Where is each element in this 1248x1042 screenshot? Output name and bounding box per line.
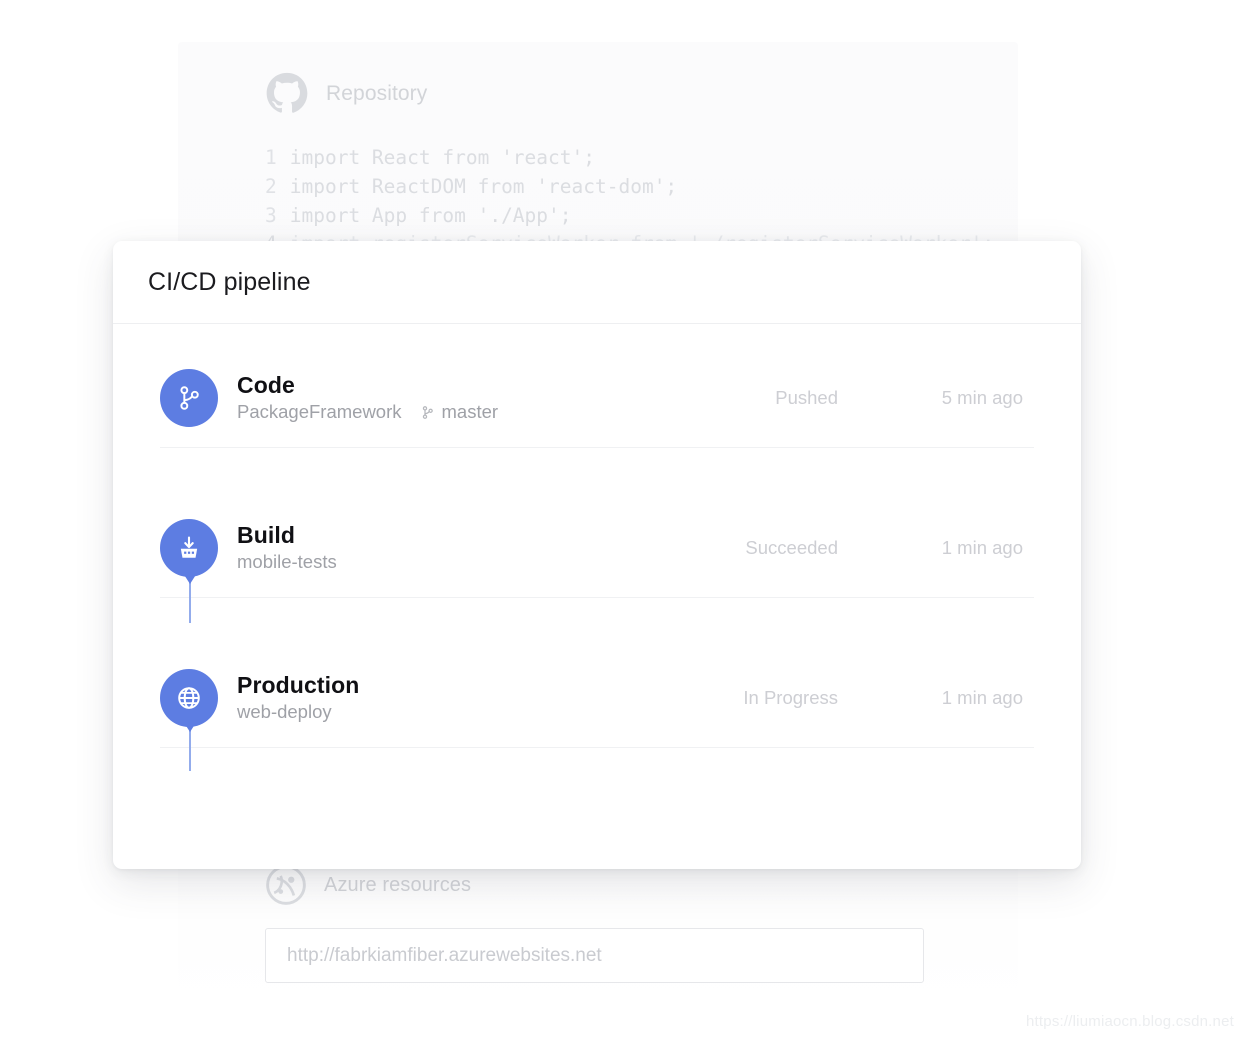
- stage-subtitle: PackageFramework master: [237, 401, 498, 423]
- watermark: https://liumiaocn.blog.csdn.net: [1026, 1013, 1234, 1030]
- pipeline-list: Code PackageFramework master Pushed 5 mi…: [113, 324, 1081, 771]
- stage-text: Code PackageFramework master: [237, 372, 498, 424]
- timestamp: 1 min ago: [941, 686, 1023, 708]
- card-header: CI/CD pipeline: [113, 241, 1081, 324]
- stage-gap: [113, 598, 1081, 648]
- stage-name: Build: [237, 521, 295, 548]
- line-number: 2: [265, 174, 277, 198]
- line-text: import ReactDOM from 'react-dom';: [289, 174, 678, 198]
- stage-text: Production web-deploy: [237, 672, 359, 724]
- repository-header: Repository: [265, 72, 427, 116]
- github-icon: [265, 72, 309, 116]
- stage-pipeline-name: mobile-tests: [237, 551, 337, 573]
- stage-repo-name: PackageFramework: [237, 401, 402, 423]
- azure-icon: [265, 864, 307, 906]
- stage-name: Production: [237, 671, 360, 698]
- globe-icon: [160, 668, 218, 727]
- git-branch-small-icon: [420, 404, 435, 421]
- pipeline-stage-production[interactable]: Production web-deploy In Progress 1 min …: [160, 648, 1034, 748]
- branch-indicator: master: [420, 401, 499, 423]
- status-badge: In Progress: [743, 686, 838, 708]
- line-text: import React from 'react';: [289, 146, 595, 169]
- status-badge: Pushed: [775, 386, 838, 408]
- stage-deploy-name: web-deploy: [237, 701, 332, 723]
- status-badge: Succeeded: [745, 536, 838, 558]
- cicd-pipeline-card: CI/CD pipeline Code PackageFramework mas…: [113, 241, 1081, 869]
- line-text: import App from './App';: [289, 203, 572, 227]
- code-line: 3 import App from './App';: [265, 202, 994, 231]
- azure-url-value: http://fabrkiamfiber.azurewebsites.net: [287, 944, 602, 966]
- code-line: 1 import React from 'react';: [265, 144, 994, 173]
- branch-name: master: [441, 401, 499, 423]
- azure-resources-header: Azure resources: [265, 864, 471, 906]
- page-title: CI/CD pipeline: [148, 267, 311, 296]
- git-branch-icon: [160, 368, 218, 427]
- stage-gap: [113, 448, 1081, 498]
- azure-url-input[interactable]: http://fabrkiamfiber.azurewebsites.net: [265, 928, 924, 983]
- build-icon: [160, 518, 218, 577]
- stage-name: Code: [237, 371, 295, 398]
- code-line: 2 import ReactDOM from 'react-dom';: [265, 173, 994, 202]
- timestamp: 5 min ago: [941, 386, 1023, 408]
- timestamp: 1 min ago: [941, 536, 1023, 558]
- line-number: 1: [265, 146, 277, 169]
- repository-label: Repository: [326, 82, 428, 105]
- pipeline-stage-build[interactable]: Build mobile-tests Succeeded 1 min ago: [160, 498, 1034, 598]
- stage-subtitle: web-deploy: [237, 701, 359, 723]
- line-number: 3: [265, 203, 277, 227]
- stage-text: Build mobile-tests: [237, 522, 337, 574]
- pipeline-stage-code[interactable]: Code PackageFramework master Pushed 5 mi…: [160, 348, 1034, 448]
- azure-resources-label: Azure resources: [324, 873, 472, 896]
- stage-subtitle: mobile-tests: [237, 551, 337, 573]
